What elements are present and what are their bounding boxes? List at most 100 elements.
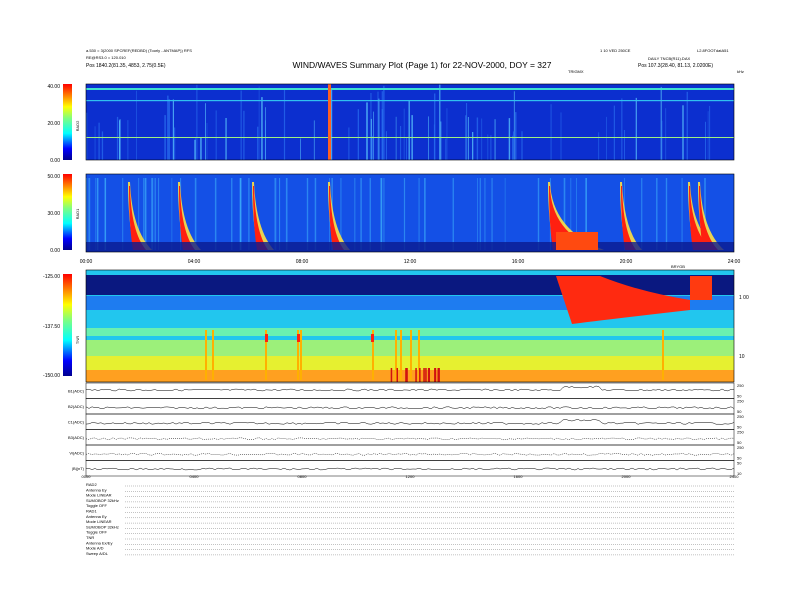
stack-panel-frame	[85, 398, 735, 415]
rad2-streak	[243, 110, 245, 160]
page-title: WIND/WAVES Summary Plot (Page 1) for 22-…	[293, 60, 552, 70]
rad2-streak	[258, 86, 260, 160]
rad2-streak	[357, 109, 359, 160]
rad2-streak	[383, 85, 385, 160]
rad1-streak	[214, 178, 217, 250]
rad2-streak	[550, 104, 552, 160]
footer-line: Toggle OFF	[86, 503, 107, 508]
rad2-streak	[381, 109, 384, 160]
rad1-streak	[239, 178, 242, 250]
rad2-streak	[705, 121, 706, 160]
stack-trace	[85, 467, 735, 471]
stack-panel-label: B1(ADC)	[68, 388, 85, 393]
rad2-streak	[225, 118, 227, 160]
rad2-streak	[408, 100, 410, 160]
rad1-streak	[537, 178, 540, 250]
x-tick-3: 12:00	[404, 259, 417, 265]
rad1-streak	[158, 178, 160, 250]
tnr-streak	[300, 330, 302, 380]
rad1-streak	[418, 178, 420, 250]
x-tick-bottom-5: 2000	[622, 474, 632, 479]
tnr-burst-dot	[371, 334, 374, 342]
rad2-streak	[127, 120, 129, 160]
rad2-streak	[445, 138, 447, 160]
rad1-streak	[122, 178, 124, 250]
rad2-streak	[257, 126, 259, 160]
x-tick-bottom-4: 1600	[514, 474, 524, 479]
rad1-streak	[314, 178, 317, 250]
rad1-streak	[88, 178, 91, 250]
rad2-streak	[635, 97, 637, 160]
rad2-streak	[205, 103, 206, 160]
rad2-streak	[707, 111, 709, 160]
rad2-streak	[348, 127, 350, 160]
rad1-streak	[104, 178, 107, 250]
rad2-streak	[487, 134, 489, 160]
rad1-streak	[477, 178, 478, 250]
stack-panel-3: B3(ADC)25050	[68, 429, 744, 446]
rad2-streak	[490, 135, 492, 160]
rad2-streak	[467, 117, 469, 160]
footer-line: SUMOBOP 32kHz	[86, 524, 119, 529]
rad2-ylabel: RAD2	[75, 120, 80, 131]
tnr-burst-dot	[265, 334, 268, 342]
rad2-streak	[400, 126, 402, 160]
rad1-streak	[279, 178, 281, 250]
stack-panel-label: C1(ADC)	[68, 419, 85, 424]
rad1-streak	[641, 178, 643, 250]
footer-line: RAD2	[86, 482, 97, 487]
rad1-spectrogram	[85, 173, 735, 253]
tnr-low-burst	[419, 368, 421, 382]
header-right-line1: DAILY TNCB(R11).DAX	[648, 56, 690, 61]
footer-line: Antenna Ey	[86, 514, 107, 519]
stack-right-tick: 250	[737, 399, 744, 404]
x-tick-2: 08:00	[296, 259, 309, 265]
rad2-streak	[598, 132, 600, 160]
rad1-streak	[248, 178, 250, 250]
header-left-line2: RE@RS3.0 = 120.010	[86, 55, 127, 60]
stack-panel-frame	[85, 444, 735, 461]
rad2-colorbar	[63, 84, 72, 160]
tnr-low-burst	[415, 368, 417, 382]
tnr-low-burst	[434, 368, 437, 382]
header-right-top1: 1 10 VED 250CE	[600, 48, 631, 53]
rad1-streak	[154, 178, 156, 250]
rad2-streak	[661, 120, 663, 160]
rad2-band	[86, 100, 734, 102]
rad2-streak	[366, 102, 368, 160]
tnr-streak	[400, 330, 402, 380]
rad2-streak	[395, 116, 397, 160]
footer-line: Antenna Ex/Ey	[86, 540, 112, 545]
rad1-streak	[171, 178, 173, 250]
tnr-low-burst	[406, 368, 408, 382]
rad2-streak	[403, 108, 405, 160]
x-tick-1: 04:00	[188, 259, 201, 265]
rad2-streak	[194, 139, 196, 160]
stack-trace	[85, 437, 735, 441]
x-tick-4: 16:00	[512, 259, 525, 265]
tnr-low-burst	[423, 368, 425, 382]
rad2-streak	[624, 130, 625, 160]
rad2-streak	[476, 117, 479, 160]
tnr-streak	[662, 330, 664, 380]
rad1-streak	[95, 178, 96, 250]
stack-panel-2: C1(ADC)25050	[68, 413, 744, 430]
rad1-bottom-band	[86, 242, 734, 252]
rad2-streak	[560, 112, 562, 160]
rad2-streak	[508, 118, 511, 160]
rad1-streak	[152, 178, 154, 250]
x-tick-bottom-1: 0400	[190, 474, 200, 479]
rad2-streak	[494, 119, 496, 160]
stack-panel-label: Vi(ADC)	[69, 450, 84, 455]
tnr-burst-dot	[297, 334, 300, 342]
rad1-streak	[231, 178, 233, 250]
x-tick-6: 24:00	[728, 259, 741, 265]
header-left-line3: Pos 1840.2(81.35, 4853, 2.75(0.5E)	[86, 63, 166, 69]
rad1-streak	[274, 178, 277, 250]
stack-right-tick: 250	[737, 414, 744, 419]
stack-panel-frame	[85, 382, 735, 399]
footer-line: Antenna Ey	[86, 487, 107, 492]
tnr-streak	[212, 330, 214, 380]
rad1-streak	[681, 178, 683, 250]
rad2-streak	[686, 91, 688, 160]
